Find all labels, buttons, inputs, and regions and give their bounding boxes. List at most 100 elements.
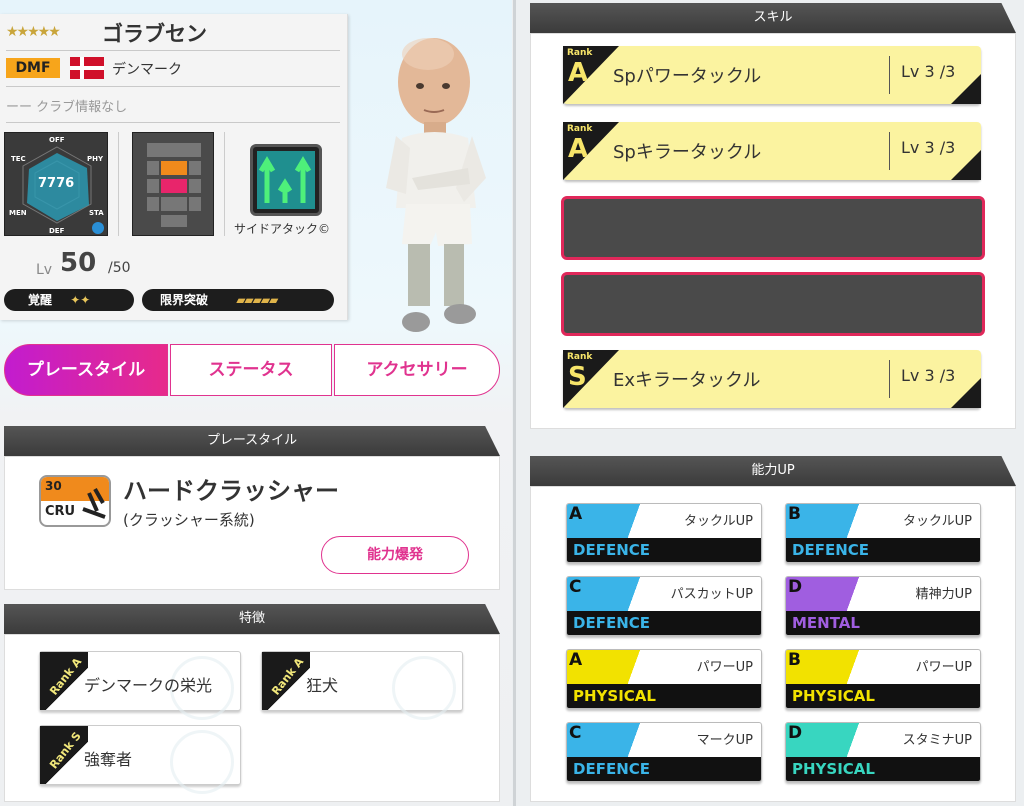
skill-name: Spパワータックル — [613, 66, 762, 87]
ability-up-header: 能力UP — [530, 456, 1016, 486]
skills-header: スキル — [530, 3, 1016, 33]
trait-card[interactable]: Rank A デンマークの栄光 — [39, 651, 241, 720]
ability-rank: A — [569, 650, 583, 670]
ability-card[interactable]: D精神力UPMENTALLv 8/8 — [785, 576, 981, 636]
divider — [889, 132, 890, 170]
corner-decoration — [951, 74, 981, 104]
divider — [6, 86, 340, 87]
empty-skill-slot[interactable] — [561, 272, 985, 336]
divider — [6, 50, 340, 51]
level-label: Lv — [36, 262, 53, 278]
playstyle-icon-top: 30 — [45, 479, 62, 493]
denmark-flag-icon — [70, 57, 104, 79]
playstyle-name: ハードクラッシャー — [123, 477, 339, 505]
ability-category: MENTAL — [792, 614, 860, 632]
awaken-label: 覚醒 — [28, 293, 53, 307]
side-attack-icon — [257, 151, 315, 209]
ability-name: パスカットUP — [670, 587, 753, 602]
playstyle-icon-bottom: CRU — [45, 504, 76, 519]
panel-divider — [513, 0, 516, 806]
player-card: ★★★★★ ゴラブセン DMF デンマーク ーー クラブ情報なし OFF PHY… — [0, 14, 348, 320]
ability-rank: D — [788, 723, 803, 743]
skill-slot[interactable]: Rank A Spパワータックル Lv 3 /3 — [563, 46, 981, 104]
ability-category: PHYSICAL — [792, 687, 875, 705]
rank-badge: Rank S — [563, 350, 619, 408]
formation-button[interactable] — [250, 144, 322, 216]
tab-accessory[interactable]: アクセサリー — [334, 344, 500, 396]
ability-card[interactable]: AタックルUPDEFENCELv 8/8 — [566, 503, 762, 563]
rank-badge: Rank S — [40, 726, 88, 784]
power-value: 7776 — [38, 176, 75, 191]
rarity-stars: ★★★★★ — [6, 24, 61, 40]
ability-category: PHYSICAL — [573, 687, 656, 705]
rank-badge: Rank A — [40, 652, 88, 710]
skill-name: Exキラータックル — [613, 370, 761, 391]
radar-label-sta: STA — [89, 209, 104, 217]
playstyle-icon: 30 CRU — [39, 475, 111, 527]
divider — [118, 132, 119, 236]
ability-name: タックルUP — [684, 514, 753, 529]
radar-label-men: MEN — [9, 209, 27, 217]
limit-break-status: 限界突破 ▰▰▰▰▰ — [142, 289, 334, 311]
trait-name: 強奪者 — [84, 750, 133, 769]
soccer-ball-watermark-icon — [392, 656, 456, 720]
traits-panel: Rank A デンマークの栄光 Rank A 狂犬 Rank S 強奪者 — [4, 634, 500, 802]
ability-name: スタミナUP — [902, 733, 972, 748]
limit-break-gauge-icon: ▰▰▰▰▰ — [236, 293, 278, 307]
awaken-status: 覚醒 ✦✦ — [4, 289, 134, 311]
position-map — [132, 132, 214, 236]
player-name: ゴラブセン — [102, 22, 207, 46]
field-position-icon — [147, 143, 201, 227]
country-label: デンマーク — [112, 62, 182, 78]
tackle-figure-icon — [82, 488, 106, 519]
skill-slot[interactable]: Rank A Spキラータックル Lv 3 /3 — [563, 122, 981, 180]
trait-card[interactable]: Rank S 強奪者 — [39, 725, 241, 794]
trait-name: デンマークの栄光 — [84, 676, 213, 695]
radar-label-off: OFF — [49, 136, 65, 144]
divider — [6, 122, 340, 123]
corner-decoration — [951, 150, 981, 180]
ability-rank: D — [788, 577, 803, 597]
empty-skill-slot[interactable] — [561, 196, 985, 260]
left-panel: ★★★★★ ゴラブセン DMF デンマーク ーー クラブ情報なし OFF PHY… — [0, 0, 512, 806]
ability-category: DEFENCE — [792, 541, 869, 559]
traits-header: 特徴 — [4, 604, 500, 634]
ability-card[interactable]: DスタミナUPPHYSICALLv 8/8 — [785, 722, 981, 782]
player-avatar — [386, 38, 486, 332]
ability-burst-button[interactable]: 能力爆発 — [321, 536, 469, 574]
playstyle-type: (クラッシャー系統) — [123, 511, 255, 529]
trait-card[interactable]: Rank A 狂犬 — [261, 651, 463, 720]
skill-level: Lv 3 /3 — [901, 62, 956, 81]
ability-rank: B — [788, 504, 801, 524]
awaken-star-icon: ✦✦ — [70, 293, 91, 307]
ability-card[interactable]: CマークUPDEFENCELv 8/8 — [566, 722, 762, 782]
divider — [889, 56, 890, 94]
rank-badge: Rank A — [563, 122, 619, 180]
playstyle-header: プレースタイル — [4, 426, 500, 456]
tab-status[interactable]: ステータス — [170, 344, 332, 396]
ability-category: DEFENCE — [573, 614, 650, 632]
ability-card[interactable]: CパスカットUPDEFENCELv 8/8 — [566, 576, 762, 636]
ability-name: タックルUP — [903, 514, 972, 529]
ability-card[interactable]: BタックルUPDEFENCELv 8/8 — [785, 503, 981, 563]
ability-rank: C — [569, 723, 582, 743]
corner-decoration — [951, 378, 981, 408]
ability-name: パワーUP — [915, 660, 972, 675]
ability-category: DEFENCE — [573, 541, 650, 559]
tab-playstyle[interactable]: プレースタイル — [4, 344, 168, 396]
radar-chart-button[interactable]: OFF PHY STA DEF MEN TEC 7776 — [4, 132, 108, 236]
ability-name: 精神力UP — [915, 587, 972, 602]
ability-category: PHYSICAL — [792, 760, 875, 778]
rank-badge: Rank A — [563, 46, 619, 104]
level-value: 50 — [60, 248, 97, 278]
ability-rank: C — [569, 577, 582, 597]
radar-label-tec: TEC — [11, 155, 26, 163]
ability-card[interactable]: BパワーUPPHYSICALLv 8/8 — [785, 649, 981, 709]
ability-name: パワーUP — [696, 660, 753, 675]
divider — [224, 132, 225, 236]
skill-slot[interactable]: Rank S Exキラータックル Lv 3 /3 — [563, 350, 981, 408]
ability-card[interactable]: AパワーUPPHYSICALLv 8/8 — [566, 649, 762, 709]
divider — [889, 360, 890, 398]
soccer-ball-watermark-icon — [170, 730, 234, 794]
skill-level: Lv 3 /3 — [901, 366, 956, 385]
